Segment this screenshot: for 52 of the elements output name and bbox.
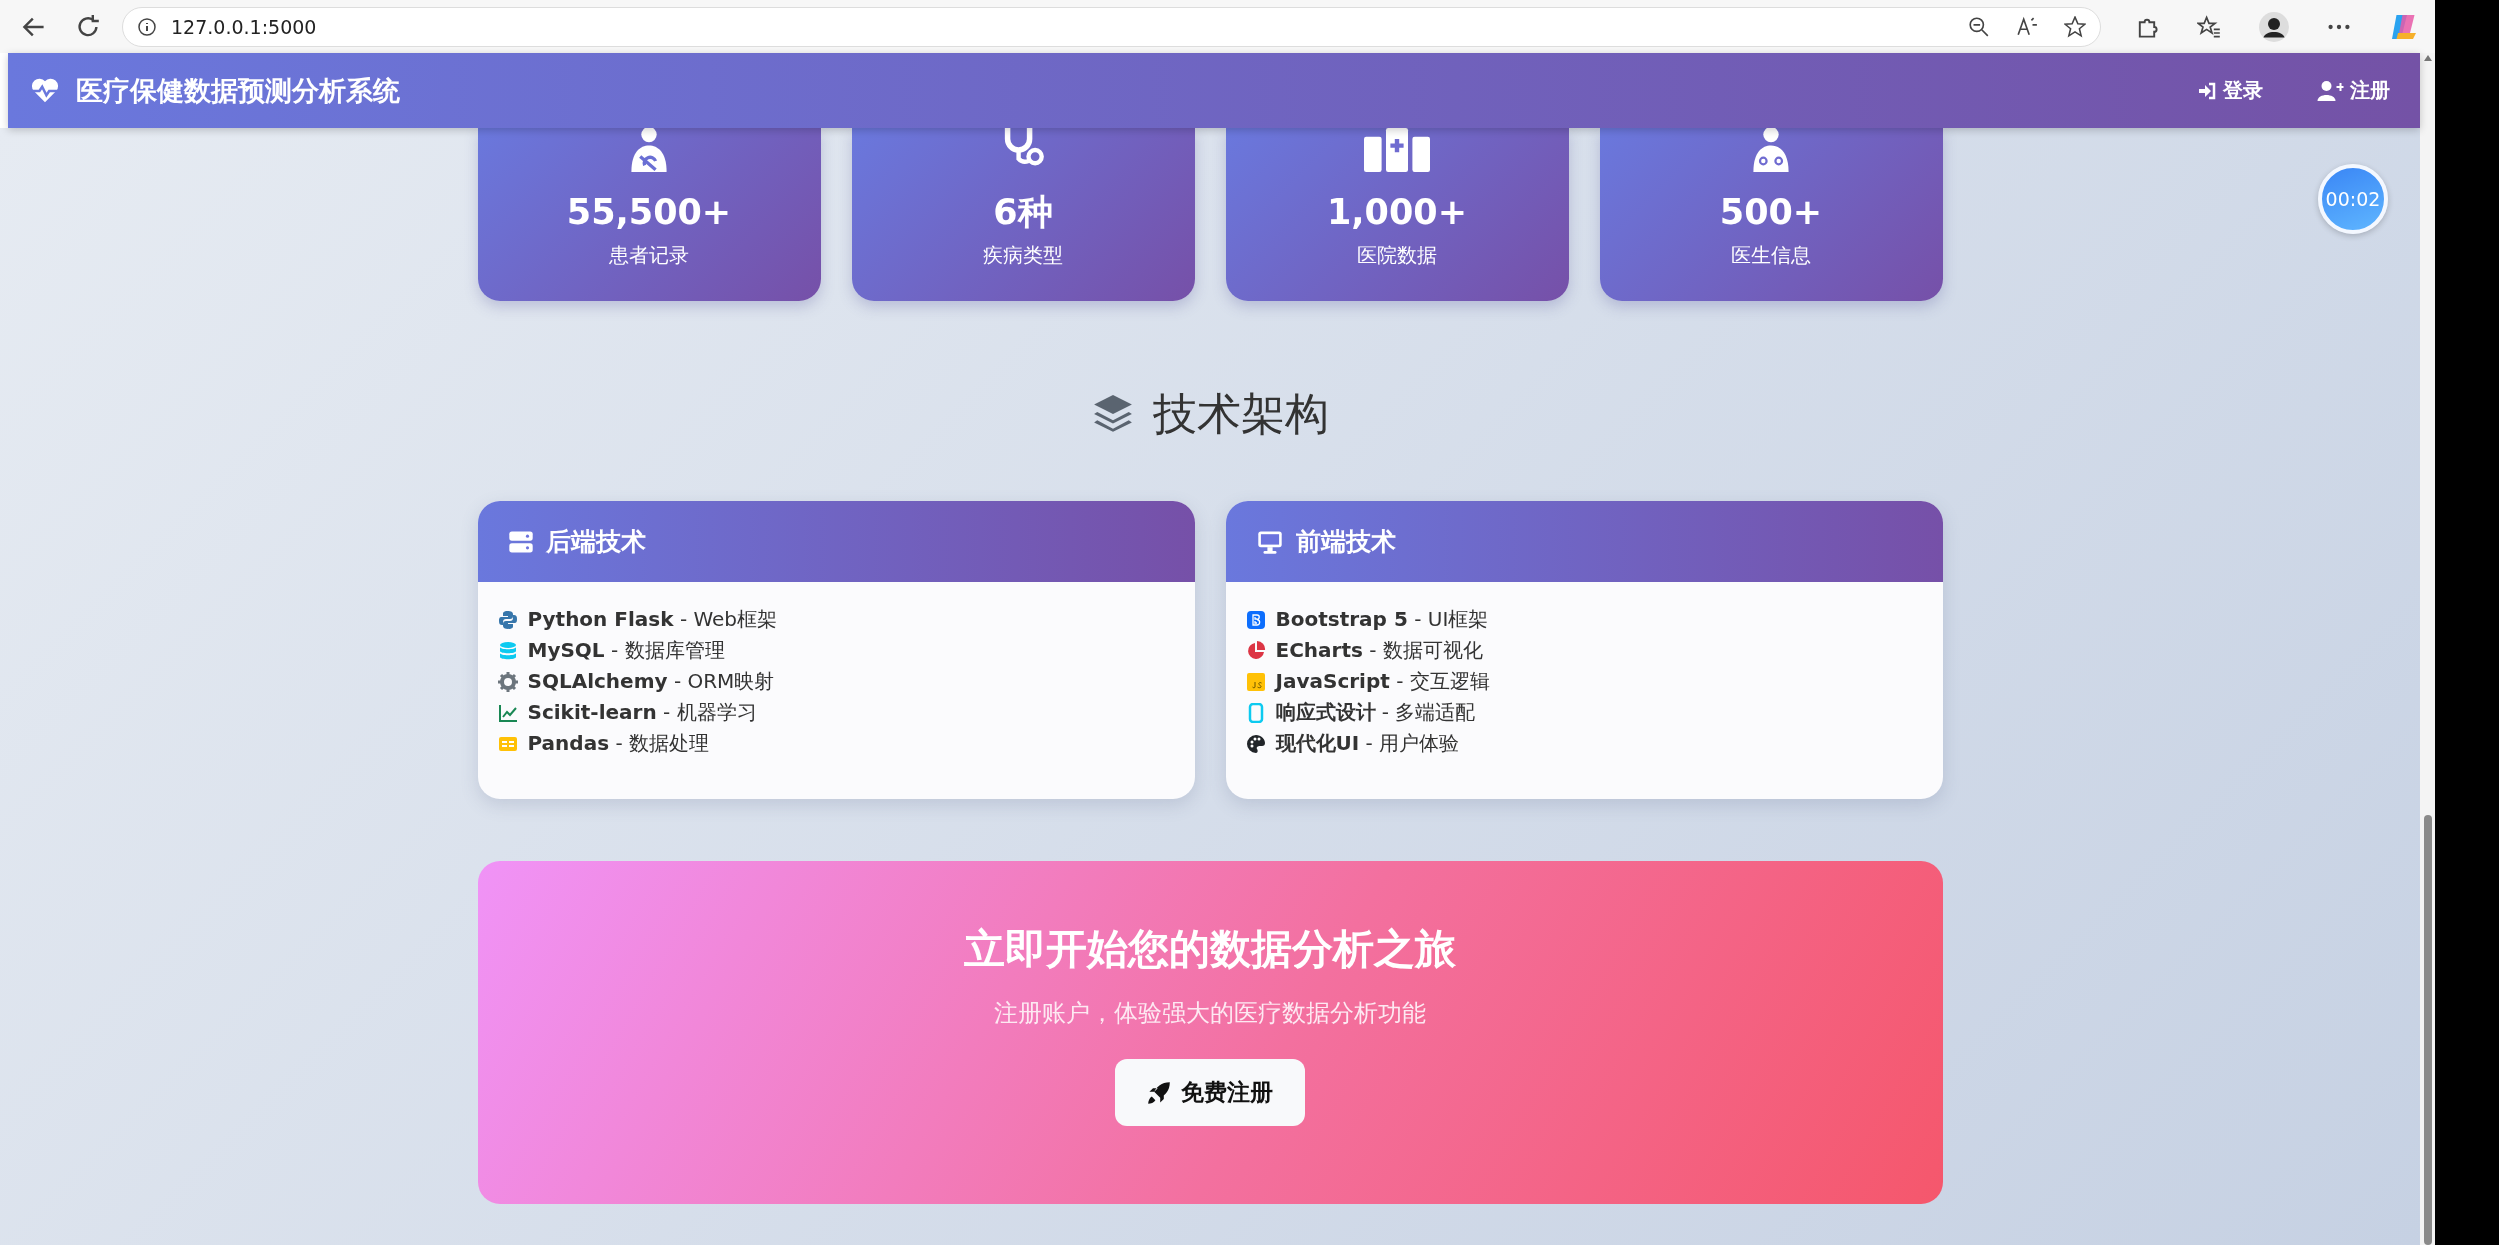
stat-value: 1,000+: [1326, 191, 1467, 234]
favorites-icon[interactable]: [2197, 14, 2221, 39]
rocket-icon: [1147, 1080, 1171, 1105]
pie-chart-icon: [1245, 640, 1266, 661]
stat-label: 患者记录: [609, 242, 689, 269]
tech-item-text: ECharts - 数据可视化: [1275, 637, 1483, 664]
card-title: 前端技术: [1295, 526, 1396, 558]
avatar-icon[interactable]: [2259, 11, 2289, 42]
cta-title: 立即开始您的数据分析之旅: [964, 924, 1456, 975]
tech-item-text: MySQL - 数据库管理: [527, 637, 725, 664]
tech-item-text: Scikit-learn - 机器学习: [527, 699, 757, 726]
cta-subtitle: 注册账户，体验强大的医疗数据分析功能: [994, 998, 1426, 1029]
reload-icon[interactable]: [76, 14, 100, 39]
stat-label: 医院数据: [1357, 242, 1437, 269]
section-title: 技术架构: [1153, 386, 1329, 441]
tech-item-text: JavaScript - 交互逻辑: [1275, 668, 1490, 695]
layers-icon: [1091, 393, 1135, 435]
stat-label: 医生信息: [1731, 242, 1811, 269]
star-icon[interactable]: [2064, 15, 2086, 38]
stat-value: 500+: [1719, 191, 1823, 234]
url-text: 127.0.0.1:5000: [171, 15, 318, 38]
register-button[interactable]: 免费注册: [1115, 1059, 1305, 1126]
info-icon: [137, 16, 157, 37]
bootstrap-icon: [1245, 609, 1266, 630]
heart-pulse-icon: [30, 76, 60, 105]
read-aloud-icon[interactable]: [2016, 15, 2038, 38]
tech-item-text: SQLAlchemy - ORM映射: [527, 668, 775, 695]
palette-icon: [1245, 733, 1266, 754]
sign-in-icon: [2197, 80, 2217, 101]
tech-item-text: 响应式设计 - 多端适配: [1275, 699, 1476, 726]
tech-item-text: Bootstrap 5 - UI框架: [1275, 606, 1489, 633]
timer-badge: 00:02: [2318, 164, 2388, 234]
python-icon: [497, 609, 518, 630]
register-link[interactable]: 注册: [2313, 71, 2394, 110]
tech-item-text: Pandas - 数据处理: [527, 730, 709, 757]
javascript-icon: [1245, 671, 1266, 692]
zoom-out-icon[interactable]: [1968, 15, 1990, 38]
card-title: 后端技术: [545, 526, 646, 558]
database-icon: [497, 640, 518, 661]
stat-value: 6种: [993, 191, 1053, 234]
gear-icon: [497, 671, 518, 692]
stat-value: 55,500+: [566, 191, 732, 234]
brand-title[interactable]: 医疗保健数据预测分析系统: [76, 72, 400, 109]
login-link[interactable]: 登录: [2193, 71, 2267, 110]
scrollbar-thumb[interactable]: [2423, 815, 2432, 1245]
address-bar[interactable]: 127.0.0.1:5000: [122, 6, 2101, 47]
add-user-icon: [2317, 80, 2344, 101]
tech-item-text: 现代化UI - 用户体验: [1275, 730, 1460, 757]
stat-label: 疾病类型: [983, 242, 1063, 269]
line-chart-icon: [497, 702, 518, 723]
tech-item-text: Python Flask - Web框架: [527, 606, 778, 633]
hospital-icon: [1364, 128, 1430, 172]
